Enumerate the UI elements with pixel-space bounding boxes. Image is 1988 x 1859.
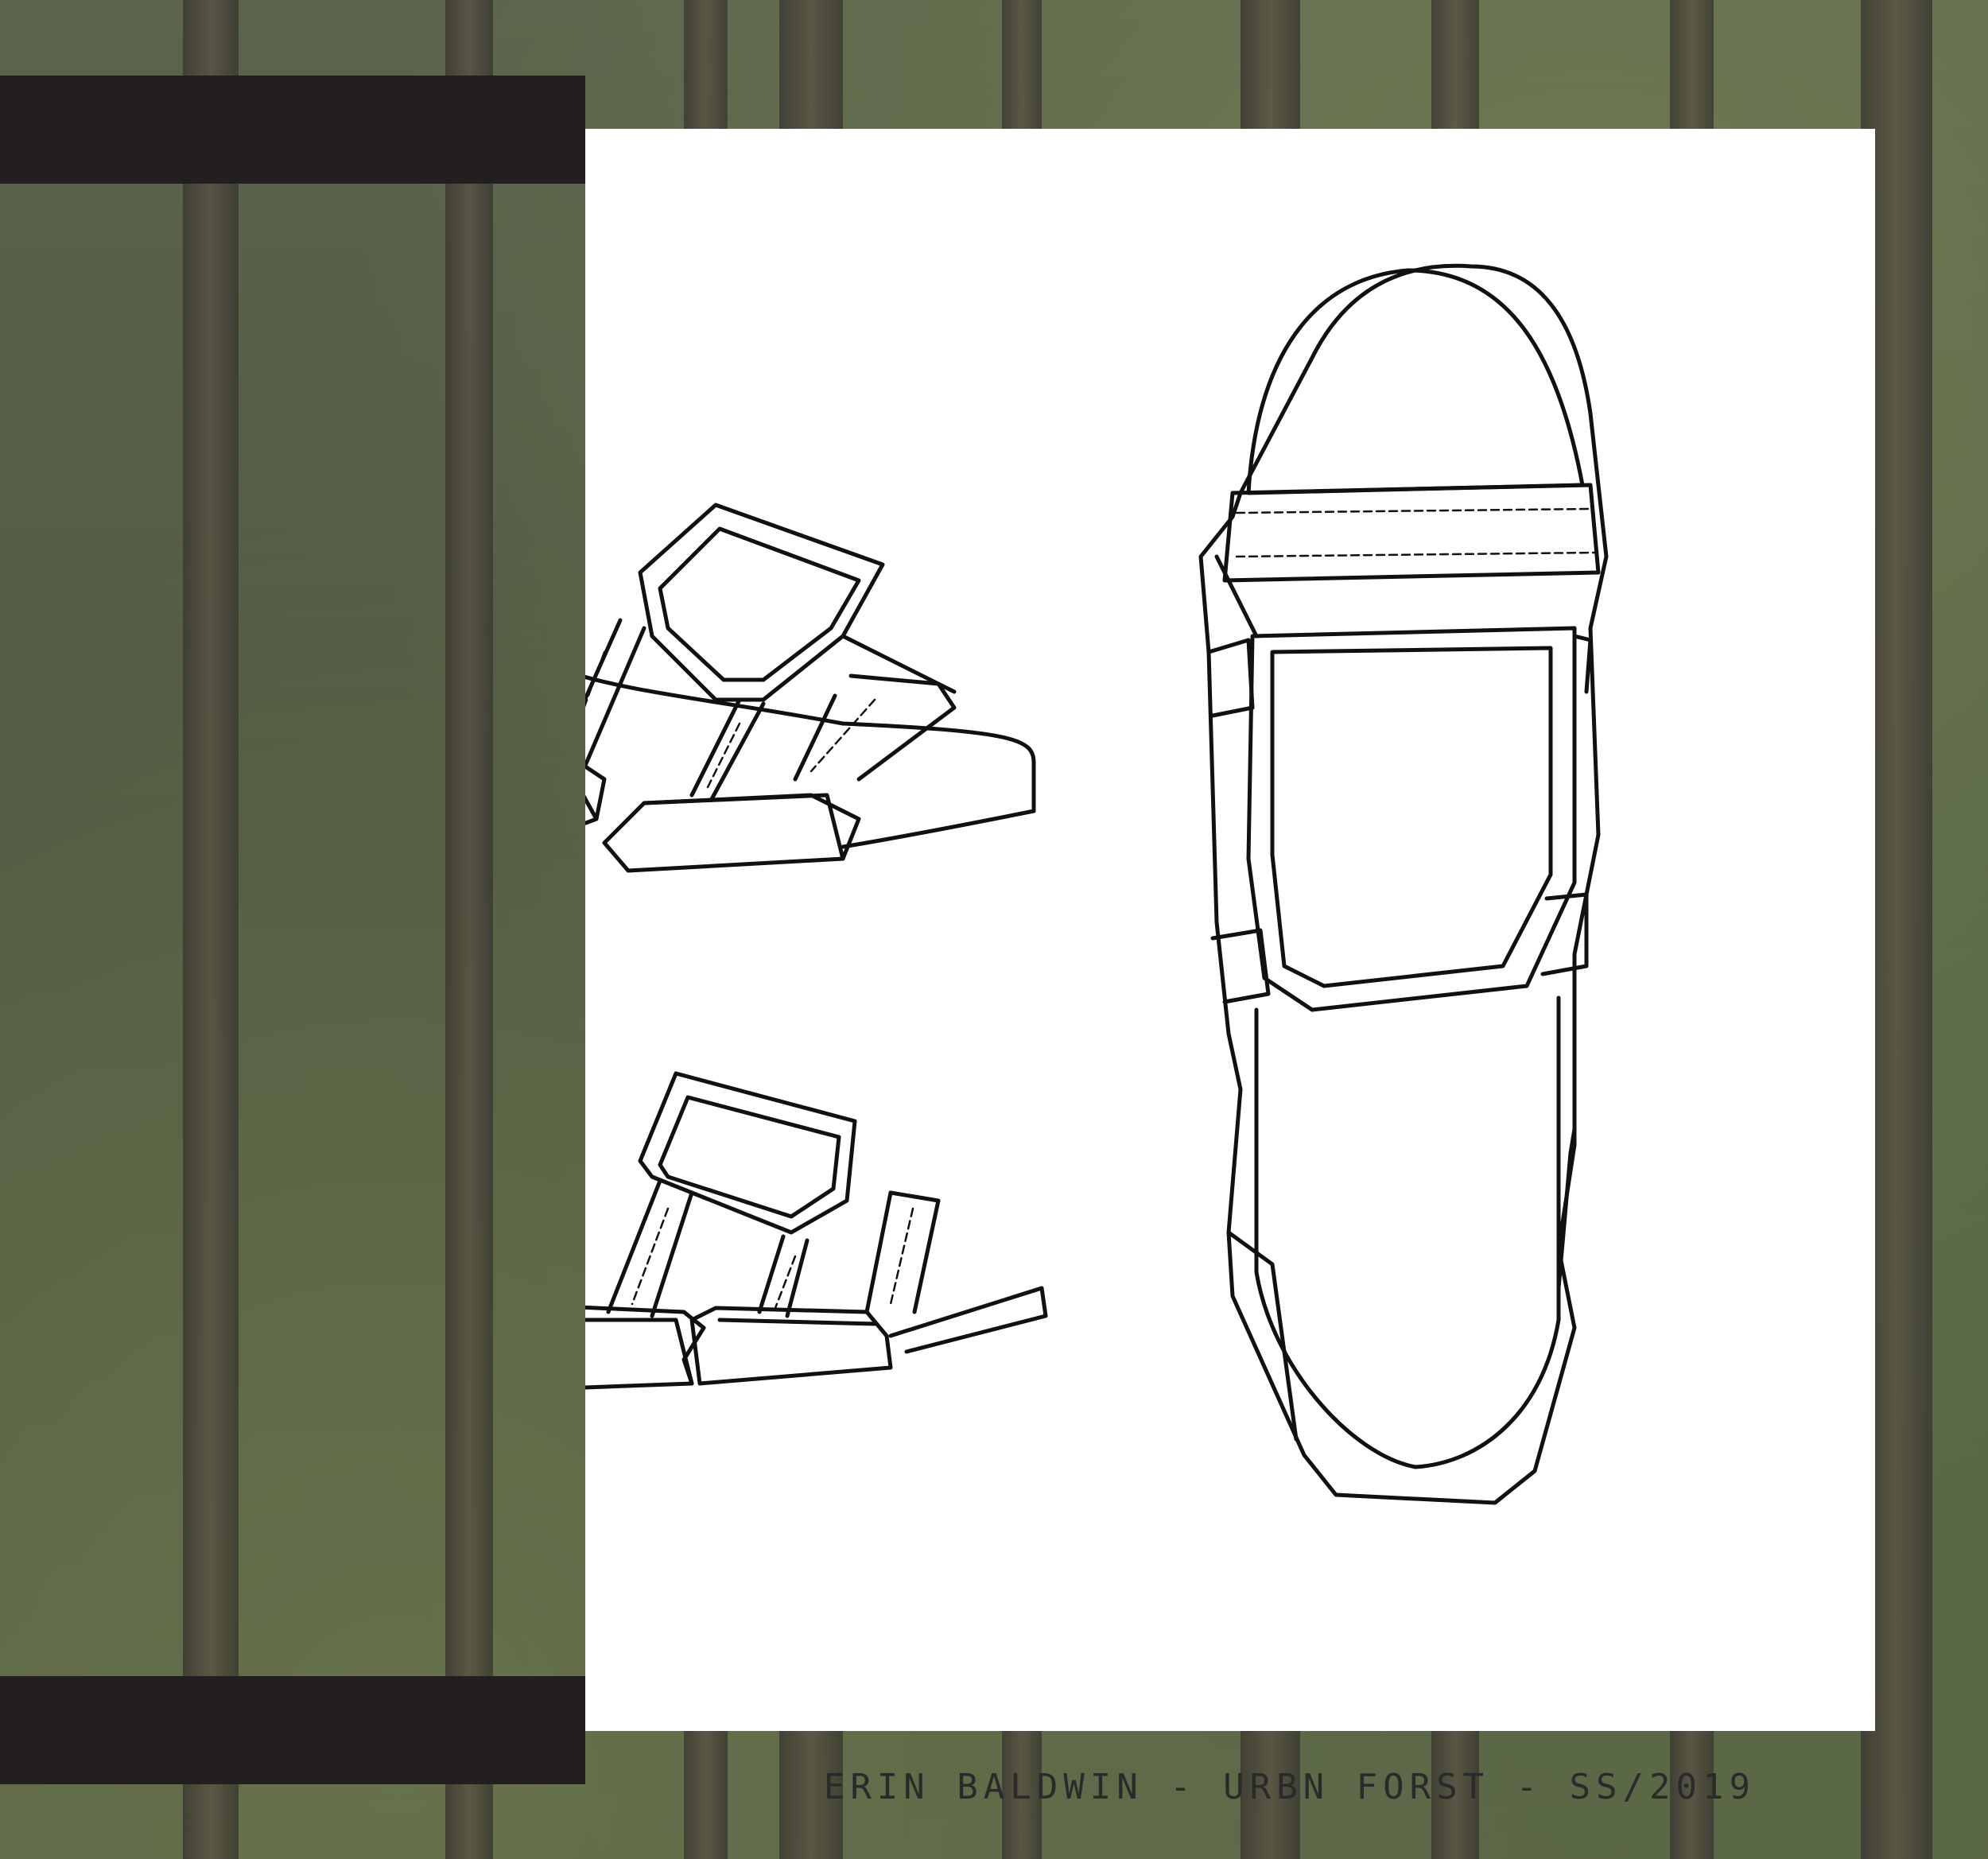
sandal-side-view <box>585 1071 1048 1390</box>
designer-caption: ERIN BALDWIN - URBN FORST - SS/2019 <box>823 1767 1756 1807</box>
sandal-sketches <box>585 263 1609 1505</box>
top-black-bar <box>0 76 585 184</box>
sketch-card: ERIN BALDWIN - URBN FORST - SS/2019 <box>585 129 1875 1807</box>
bottom-black-bar <box>0 1676 585 1784</box>
sandal-three-quarter-view-drawing <box>585 503 1036 873</box>
sandal-top-view <box>1198 263 1609 1505</box>
